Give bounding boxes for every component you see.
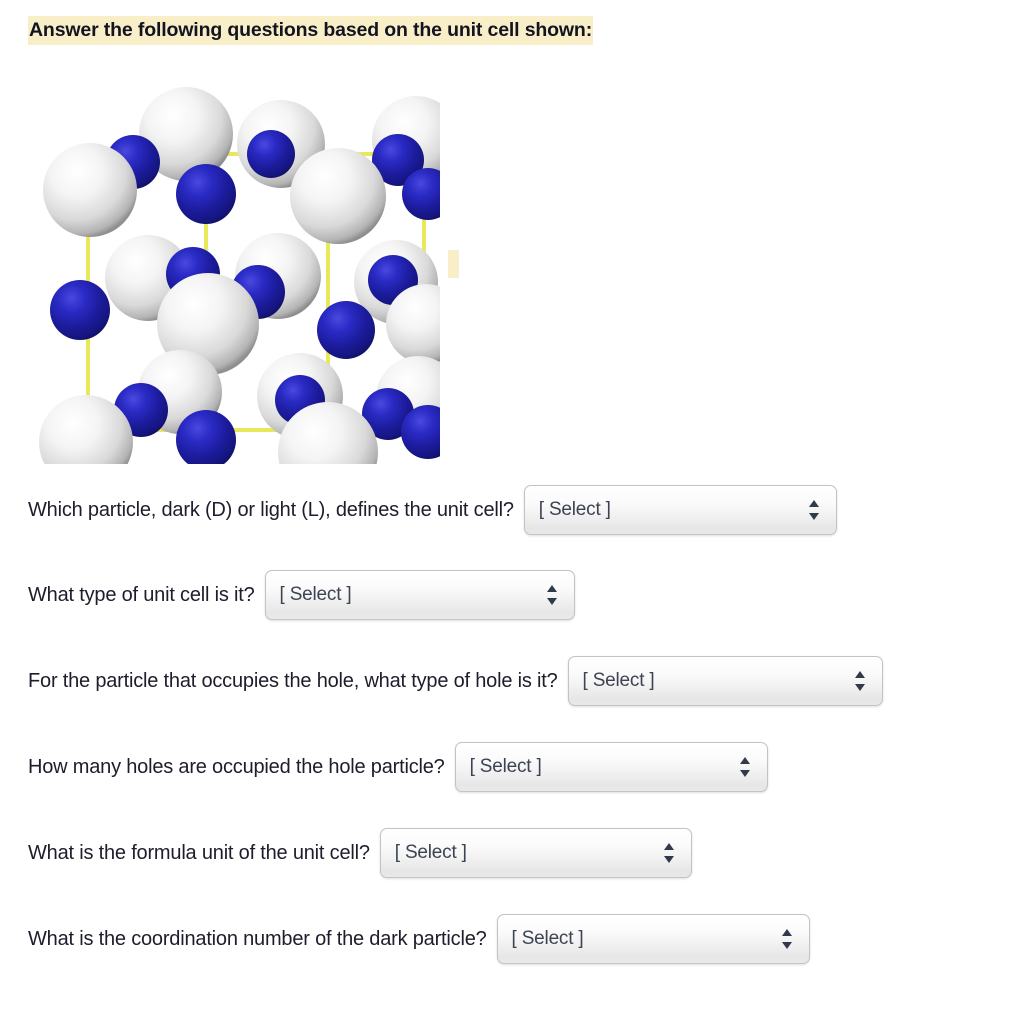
particle-layer-bottom: [39, 350, 440, 464]
chevron-updown-icon: [663, 843, 675, 863]
highlight-artifact: [448, 250, 459, 278]
unit-cell-diagram: [28, 62, 440, 464]
question-row-formula-unit: What is the formula unit of the unit cel…: [28, 828, 692, 878]
chevron-updown-icon: [808, 500, 820, 520]
question-row-coordination-number: What is the coordination number of the d…: [28, 914, 810, 964]
question-label-unit-cell-type: What type of unit cell is it?: [28, 583, 255, 606]
chevron-updown-icon: [739, 757, 751, 777]
question-label-holes-occupied: How many holes are occupied the hole par…: [28, 755, 445, 778]
chevron-updown-icon: [781, 929, 793, 949]
select-value-coordination-number: [ Select ]: [511, 928, 584, 949]
select-value-unit-cell-type: [ Select ]: [279, 584, 352, 605]
question-row-defining-particle: Which particle, dark (D) or light (L), d…: [28, 485, 837, 535]
select-unit-cell-type[interactable]: [ Select ]: [264, 570, 575, 620]
question-label-formula-unit: What is the formula unit of the unit cel…: [28, 841, 370, 864]
chevron-updown-icon: [546, 585, 558, 605]
question-label-defining-particle: Which particle, dark (D) or light (L), d…: [28, 498, 514, 521]
select-coordination-number[interactable]: [ Select ]: [496, 914, 810, 964]
select-hole-type[interactable]: [ Select ]: [567, 656, 883, 706]
question-label-coordination-number: What is the coordination number of the d…: [28, 927, 487, 950]
question-row-unit-cell-type: What type of unit cell is it? [ Select ]: [28, 570, 575, 620]
particle-layer-top: [43, 87, 440, 244]
select-value-hole-type: [ Select ]: [582, 670, 655, 691]
particle-layer-middle: [50, 233, 440, 375]
question-label-hole-type: For the particle that occupies the hole,…: [28, 669, 558, 692]
select-value-defining-particle: [ Select ]: [538, 499, 611, 520]
select-value-holes-occupied: [ Select ]: [469, 756, 542, 777]
unit-cell-svg: [39, 87, 440, 464]
question-row-hole-type: For the particle that occupies the hole,…: [28, 656, 883, 706]
select-holes-occupied[interactable]: [ Select ]: [454, 742, 768, 792]
chevron-updown-icon: [854, 671, 866, 691]
page-title: Answer the following questions based on …: [28, 16, 594, 45]
select-defining-particle[interactable]: [ Select ]: [523, 485, 837, 535]
select-value-formula-unit: [ Select ]: [394, 842, 467, 863]
question-row-holes-occupied: How many holes are occupied the hole par…: [28, 742, 768, 792]
select-formula-unit[interactable]: [ Select ]: [379, 828, 692, 878]
